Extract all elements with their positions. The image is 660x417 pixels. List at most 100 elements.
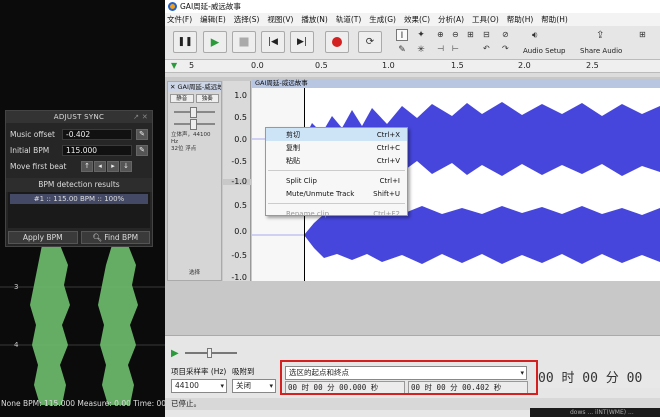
scale-top-3: 0.0	[234, 135, 247, 144]
ctx-copy-shortcut: Ctrl+C	[376, 143, 400, 152]
scale-top-2: 0.5	[234, 113, 247, 122]
draw-tool-icon[interactable]: ✎	[396, 44, 408, 56]
beat-up-icon[interactable]: ↑	[81, 160, 93, 172]
track-name-label: GAI周延-威远故事	[177, 83, 221, 91]
music-offset-field[interactable]: -0.402	[62, 128, 132, 140]
share-audio-icon[interactable]: ⇪	[596, 30, 604, 41]
bpm-detection-title: BPM detection results	[6, 178, 152, 192]
menu-analyze[interactable]: 分析(A)	[438, 14, 464, 25]
taskbar: dows ... ilNT(WME) ...	[530, 408, 660, 417]
selection-tool-icon[interactable]: I	[396, 29, 408, 41]
beat-right-icon[interactable]: ▸	[107, 160, 119, 172]
stop-button[interactable]	[232, 31, 256, 53]
ctx-mute-label: Mute/Unmute Track	[286, 189, 355, 198]
solo-button[interactable]: 独奏	[195, 94, 219, 103]
speed-slider-thumb[interactable]	[206, 348, 212, 358]
menu-select[interactable]: 选择(S)	[234, 14, 260, 25]
loop-icon: ⟳	[365, 36, 375, 48]
project-rate-select[interactable]: 44100	[171, 379, 227, 393]
music-offset-tool-icon[interactable]: ✎	[136, 128, 148, 140]
skip-start-button[interactable]: |◀	[261, 31, 285, 53]
find-bpm-button[interactable]: 🔍︎ Find BPM	[80, 231, 150, 244]
audio-position-time[interactable]: 00 时 00 分 00	[538, 370, 660, 388]
fit-project-icon[interactable]: ⊟	[483, 30, 490, 39]
menu-view[interactable]: 视图(V)	[267, 14, 293, 25]
zoom-toggle-icon[interactable]: ⊘	[502, 30, 509, 39]
initial-bpm-tool-icon[interactable]: ✎	[136, 144, 148, 156]
speed-slider[interactable]	[184, 348, 237, 358]
ctx-split-clip[interactable]: Split Clip Ctrl+I	[266, 174, 407, 187]
menu-tracks[interactable]: 轨道(T)	[336, 14, 361, 25]
record-icon	[332, 37, 342, 47]
title-bar: GAI周延-威远故事	[165, 0, 660, 13]
ctx-split-shortcut: Ctrl+I	[379, 176, 400, 185]
record-button[interactable]	[325, 31, 349, 53]
undo-icon[interactable]: ↶	[483, 44, 490, 53]
beat-down-icon[interactable]: ↓	[120, 160, 132, 172]
trim-icon[interactable]: ⊣	[437, 44, 444, 53]
ruler-play-icon[interactable]: ▼	[171, 61, 177, 70]
snap-label: 吸附到	[232, 367, 255, 376]
gain-slider[interactable]	[174, 107, 215, 118]
beat-left-icon[interactable]: ◂	[94, 160, 106, 172]
play-button[interactable]: ▶	[203, 31, 227, 53]
multi-tool-icon[interactable]: ✳	[415, 44, 427, 56]
find-icon: 🔍︎	[92, 233, 105, 242]
ruler-start-label: 5	[189, 61, 195, 70]
dj-panel: 3 4 ADJUST SYNC ↗ ✕ Music offset -0.402 …	[0, 0, 165, 417]
panel-controls-icon[interactable]: ↗ ✕	[133, 111, 148, 123]
ctx-cut[interactable]: 剪切 Ctrl+X	[266, 128, 407, 141]
pan-slider[interactable]	[174, 119, 215, 130]
ruler-tick-2: 1.0	[382, 61, 395, 70]
fit-selection-icon[interactable]: ⊞	[467, 30, 474, 39]
zoom-in-icon[interactable]: ⊕	[437, 30, 444, 39]
audacity-window: GAI周延-威远故事 文件(F) 编辑(E) 选择(S) 视图(V) 播放(N)…	[165, 0, 660, 417]
scale-bottom-1: 0.5	[234, 201, 247, 210]
track-scale-top: 1.0 0.5 0.0 -0.5 -1.0	[223, 81, 251, 186]
apply-bpm-button[interactable]: Apply BPM	[8, 231, 78, 244]
menu-tools[interactable]: 工具(O)	[472, 14, 499, 25]
redo-icon[interactable]: ↷	[502, 44, 509, 53]
adjust-sync-panel: ADJUST SYNC ↗ ✕ Music offset -0.402 ✎ In…	[5, 110, 153, 247]
menu-effect[interactable]: 效果(C)	[404, 14, 430, 25]
ctx-copy[interactable]: 复制 Ctrl+C	[266, 141, 407, 154]
mute-button[interactable]: 静音	[170, 94, 194, 103]
menu-file[interactable]: 文件(F)	[167, 14, 192, 25]
scale-top-4: -0.5	[231, 157, 247, 166]
loop-button[interactable]: ⟳	[358, 31, 382, 53]
menu-edit[interactable]: 编辑(E)	[200, 14, 226, 25]
window-title: GAI周延-威远故事	[180, 2, 241, 11]
dj-ruler-4: 4	[14, 341, 19, 349]
menu-transport[interactable]: 播放(N)	[301, 14, 327, 25]
track-buttons: 静音 独奏	[168, 92, 221, 105]
track-close-icon[interactable]: ✕	[170, 83, 178, 91]
menu-help-2[interactable]: 帮助(H)	[541, 14, 568, 25]
clip-name-bar[interactable]: GAI周延-威远故事	[252, 79, 660, 88]
menu-generate[interactable]: 生成(G)	[369, 14, 396, 25]
ctx-paste[interactable]: 粘贴 Ctrl+V	[266, 154, 407, 167]
envelope-tool-icon[interactable]: ✦	[415, 29, 427, 41]
adjust-sync-title: ADJUST SYNC	[53, 113, 105, 121]
menu-help[interactable]: 帮助(H)	[507, 14, 534, 25]
bpm-result-item[interactable]: #1 :: 115.00 BPM :: 100%	[10, 194, 148, 204]
initial-bpm-row: Initial BPM 115.000 ✎	[6, 142, 152, 158]
ctx-mute-track[interactable]: Mute/Unmute Track Shift+U	[266, 187, 407, 200]
silence-icon[interactable]: ⊢	[452, 44, 459, 53]
ctx-cut-label: 剪切	[286, 130, 300, 139]
share-audio-button[interactable]: Share Audio	[580, 47, 622, 55]
zoom-out-icon[interactable]: ⊖	[452, 30, 459, 39]
scale-bottom-4: -1.0	[231, 273, 247, 282]
audio-setup-icon[interactable]: 🔉︎	[532, 30, 538, 41]
timeline-ruler[interactable]: ▼ 5 0.0 0.5 1.0 1.5 2.0 2.5	[165, 60, 660, 73]
audio-setup-button[interactable]: Audio Setup	[523, 47, 566, 55]
snap-select[interactable]: 关闭	[232, 379, 276, 393]
ctx-rename-clip[interactable]: Rename clip... Ctrl+F2	[266, 207, 407, 220]
play-at-speed-icon[interactable]: ▶	[171, 348, 179, 359]
pause-button[interactable]: ❚❚	[173, 31, 197, 53]
track-select-button[interactable]: 选择	[168, 269, 221, 278]
ctx-rename-shortcut: Ctrl+F2	[373, 209, 400, 218]
initial-bpm-field[interactable]: 115.000	[62, 144, 132, 156]
skip-end-button[interactable]: ▶|	[290, 31, 314, 53]
track-name[interactable]: ✕ GAI周延-威远故事	[168, 82, 221, 92]
meter-icon[interactable]: ⊞	[639, 30, 646, 39]
